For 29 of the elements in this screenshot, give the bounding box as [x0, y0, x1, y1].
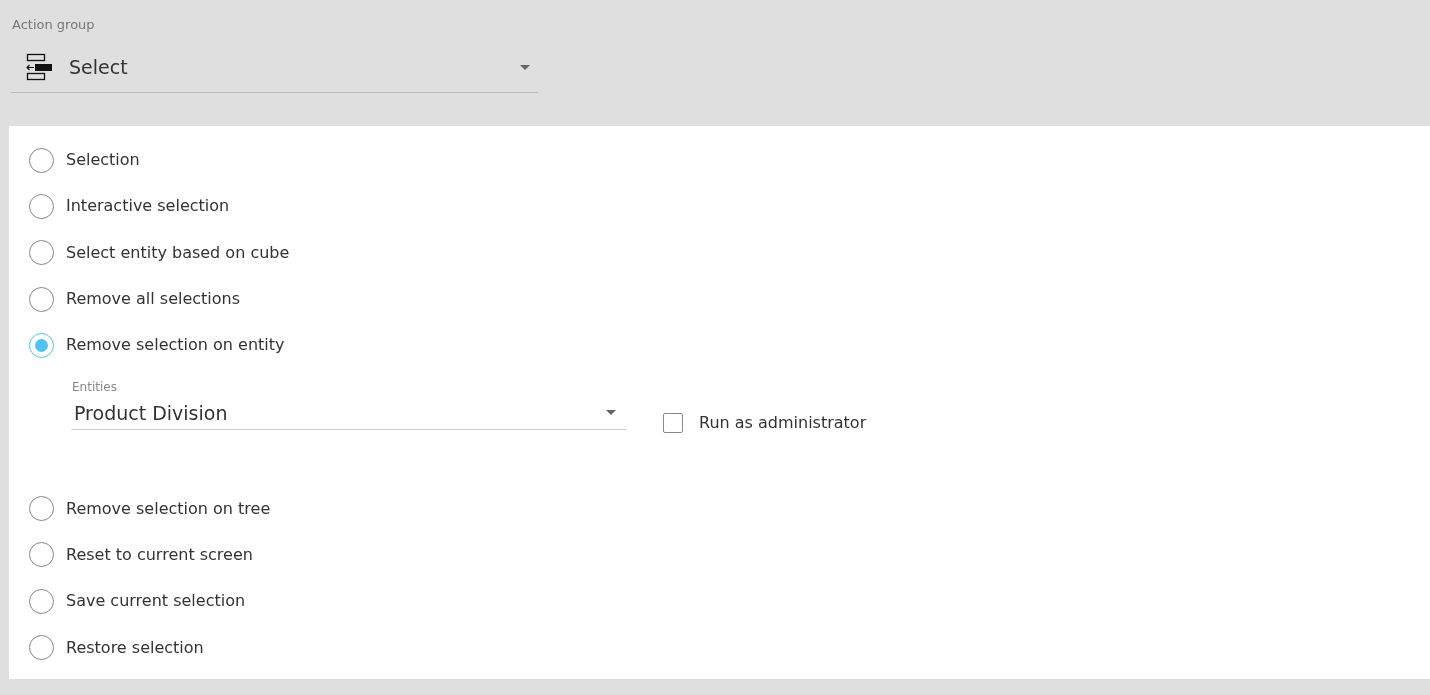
radio-label: Remove all selections [66, 288, 241, 311]
dropdown-value: Select [69, 54, 129, 80]
checkbox[interactable] [663, 413, 683, 434]
select-icon [25, 53, 53, 81]
radio-label: Selection [66, 149, 140, 172]
checkbox-label: Run as administrator [699, 412, 867, 435]
caret-icon [606, 410, 616, 416]
radio-button[interactable] [29, 286, 54, 312]
radio-button[interactable] [29, 332, 54, 358]
field-label: Action group [12, 16, 96, 34]
action-group-dropdown[interactable]: Select [11, 42, 538, 93]
entities-dropdown[interactable]: Product Division [71, 396, 626, 431]
radio-button[interactable] [29, 147, 54, 173]
radio-label: Remove selection on entity [66, 334, 285, 357]
radio-button[interactable] [29, 635, 54, 660]
radio-label: Save current selection [66, 590, 246, 613]
dropdown-value: Product Division [74, 400, 229, 426]
radio-label: Restore selection [66, 636, 204, 659]
radio-button[interactable] [29, 542, 54, 568]
radio-label: Reset to current screen [66, 543, 253, 566]
radio-button[interactable] [29, 496, 54, 522]
radio-label: Interactive selection [66, 195, 230, 218]
radio-button[interactable] [29, 240, 54, 266]
field-label: Entities [72, 379, 118, 397]
caret-icon [520, 64, 530, 70]
radio-button[interactable] [29, 588, 54, 614]
radio-label: Select entity based on cube [66, 241, 290, 264]
radio-label: Remove selection on tree [66, 497, 271, 520]
radio-button[interactable] [29, 193, 54, 219]
